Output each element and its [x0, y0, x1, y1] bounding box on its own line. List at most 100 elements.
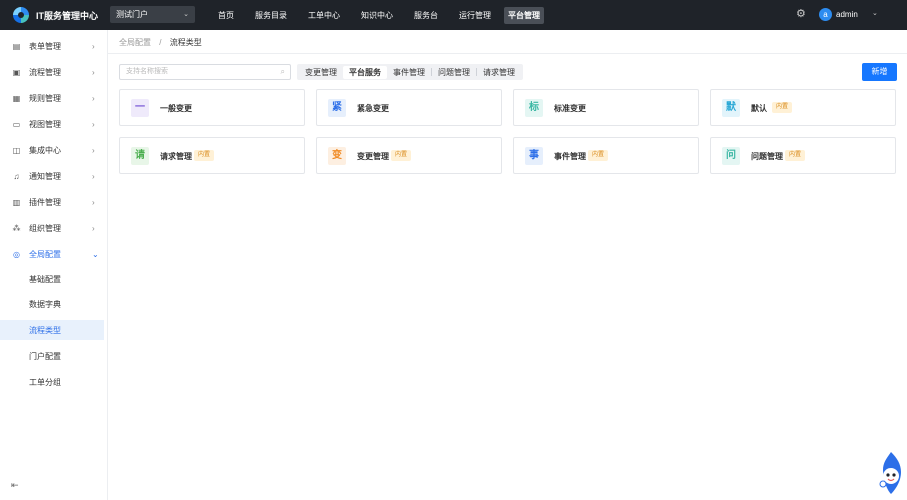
sidebar-item-label: 集成中心	[29, 145, 61, 155]
nav-item-home[interactable]: 首页	[214, 7, 238, 24]
process-type-card[interactable]: 请 请求管理 内置	[119, 137, 305, 174]
process-type-card[interactable]: 紧 紧急变更	[316, 89, 502, 126]
sidebar-item-label: 表单管理	[29, 41, 61, 51]
sidebar-item-notification[interactable]: ♫ 通知管理 ›	[0, 165, 108, 187]
chevron-right-icon: ›	[92, 145, 95, 155]
nav-item-service-catalog[interactable]: 服务目录	[251, 7, 291, 24]
sidebar-sub-item-label: 工单分组	[29, 378, 61, 387]
sidebar-item-org[interactable]: ⁂ 组织管理 ›	[0, 217, 108, 239]
sidebar-item-integration[interactable]: ◫ 集成中心 ›	[0, 139, 108, 161]
sidebar-item-global-config[interactable]: ◎ 全局配置 ⌄	[0, 243, 108, 265]
breadcrumb-separator: /	[159, 38, 162, 47]
card-name: 变更管理	[357, 152, 389, 161]
sidebar-sub-item-label: 基础配置	[29, 275, 61, 284]
chevron-right-icon: ›	[92, 41, 95, 51]
chevron-down-icon[interactable]: ⌄	[872, 9, 878, 17]
search-input[interactable]: 支持名称搜索 ⌕	[119, 64, 291, 80]
tab-platform-service[interactable]: 平台服务	[343, 65, 387, 79]
process-type-card[interactable]: 标 标准变更	[513, 89, 699, 126]
process-icon: ▣	[12, 67, 21, 77]
sidebar-item-label: 组织管理	[29, 223, 61, 233]
breadcrumb-parent[interactable]: 全局配置	[119, 38, 151, 47]
chevron-right-icon: ›	[92, 93, 95, 103]
gear-icon[interactable]: ⚙	[796, 9, 807, 20]
add-button[interactable]: 新增	[862, 63, 897, 81]
nav-item-knowledge-center[interactable]: 知识中心	[357, 7, 397, 24]
tab-problem-management[interactable]: 问题管理	[432, 66, 476, 79]
view-icon: ▭	[12, 119, 21, 129]
card-icon: 紧	[328, 99, 346, 117]
card-icon: 请	[131, 147, 149, 165]
chevron-down-icon: ⌄	[183, 11, 189, 18]
chevron-right-icon: ›	[92, 67, 95, 77]
chevron-right-icon: ›	[92, 223, 95, 233]
nav-item-platform[interactable]: 平台管理	[504, 6, 544, 24]
avatar[interactable]: a	[819, 8, 832, 21]
card-icon: 标	[525, 99, 543, 117]
sidebar-item-label: 视图管理	[29, 119, 61, 129]
sidebar-sub-item-basic-config[interactable]: 基础配置	[0, 269, 104, 289]
form-icon: ▤	[12, 41, 21, 51]
builtin-badge: 内置	[391, 150, 412, 161]
chevron-right-icon: ›	[92, 119, 95, 129]
process-type-card[interactable]: 事 事件管理 内置	[513, 137, 699, 174]
portal-select-value: 测试门户	[116, 10, 148, 19]
card-icon: 变	[328, 147, 346, 165]
search-placeholder: 支持名称搜索	[126, 68, 168, 75]
sidebar-sub-item-ticket-group[interactable]: 工单分组	[0, 372, 104, 392]
breadcrumb-current: 流程类型	[169, 38, 202, 47]
sidebar-item-label: 全局配置	[29, 249, 61, 259]
tab-change-management[interactable]: 变更管理	[299, 66, 343, 79]
sidebar-item-process[interactable]: ▣ 流程管理 ›	[0, 61, 108, 83]
card-name: 请求管理	[160, 152, 192, 161]
sidebar-sub-item-label: 门户配置	[29, 352, 61, 361]
nav-item-service-desk[interactable]: 服务台	[410, 7, 442, 24]
builtin-badge: 内置	[588, 150, 609, 161]
builtin-badge: 内置	[772, 102, 793, 113]
chevron-right-icon: ›	[92, 197, 95, 207]
top-bar: IT服务管理中心 测试门户 ⌄ 首页 服务目录 工单中心 知识中心 服务台 运行…	[0, 0, 907, 30]
sidebar-sub-item-process-type[interactable]: 流程类型	[0, 320, 104, 340]
sidebar-item-label: 规则管理	[29, 93, 61, 103]
sidebar-item-form[interactable]: ▤ 表单管理 ›	[0, 35, 108, 57]
collapse-sidebar-icon[interactable]: ⇤	[11, 480, 19, 491]
nav-item-ticket-center[interactable]: 工单中心	[304, 7, 344, 24]
process-type-card[interactable]: 一 一般变更	[119, 89, 305, 126]
card-name: 标准变更	[554, 104, 586, 113]
rule-icon: ▦	[12, 93, 21, 103]
logo-icon	[13, 7, 29, 23]
sidebar-sub-item-portal-config[interactable]: 门户配置	[0, 346, 104, 366]
tab-incident-management[interactable]: 事件管理	[387, 66, 431, 79]
nav-item-operations[interactable]: 运行管理	[455, 7, 495, 24]
process-type-card[interactable]: 变 变更管理 内置	[316, 137, 502, 174]
chevron-right-icon: ›	[92, 171, 95, 181]
card-icon: 一	[131, 99, 149, 117]
sidebar: ▤ 表单管理 › ▣ 流程管理 › ▦ 规则管理 › ▭ 视图管理 › ◫ 集成…	[0, 30, 108, 500]
process-type-card[interactable]: 问 问题管理 内置	[710, 137, 896, 174]
sidebar-item-label: 流程管理	[29, 67, 61, 77]
bell-icon: ♫	[13, 171, 20, 181]
divider	[108, 53, 907, 54]
sidebar-sub-item-data-dictionary[interactable]: 数据字典	[0, 294, 104, 314]
sidebar-item-rule[interactable]: ▦ 规则管理 ›	[0, 87, 108, 109]
main-nav: 首页 服务目录 工单中心 知识中心 服务台 运行管理 平台管理	[214, 0, 544, 30]
integration-icon: ◫	[12, 145, 21, 155]
card-icon: 问	[722, 147, 740, 165]
tab-request-management[interactable]: 请求管理	[477, 66, 521, 79]
org-icon: ⁂	[12, 223, 21, 233]
settings-icon: ◎	[13, 249, 20, 259]
card-name: 默认	[751, 104, 767, 113]
app-title: IT服务管理中心	[36, 11, 98, 21]
builtin-badge: 内置	[785, 150, 806, 161]
sidebar-sub-item-label: 流程类型	[29, 326, 61, 335]
username[interactable]: admin	[836, 10, 858, 19]
sidebar-item-plugin[interactable]: ▥ 插件管理 ›	[0, 191, 108, 213]
card-name: 紧急变更	[357, 104, 389, 113]
card-name: 事件管理	[554, 152, 586, 161]
portal-select[interactable]: 测试门户 ⌄	[110, 6, 195, 23]
sidebar-item-view[interactable]: ▭ 视图管理 ›	[0, 113, 108, 135]
assistant-mascot-icon[interactable]	[877, 450, 905, 496]
sidebar-item-label: 通知管理	[29, 171, 61, 181]
process-type-card[interactable]: 默 默认 内置	[710, 89, 896, 126]
builtin-badge: 内置	[194, 150, 215, 161]
